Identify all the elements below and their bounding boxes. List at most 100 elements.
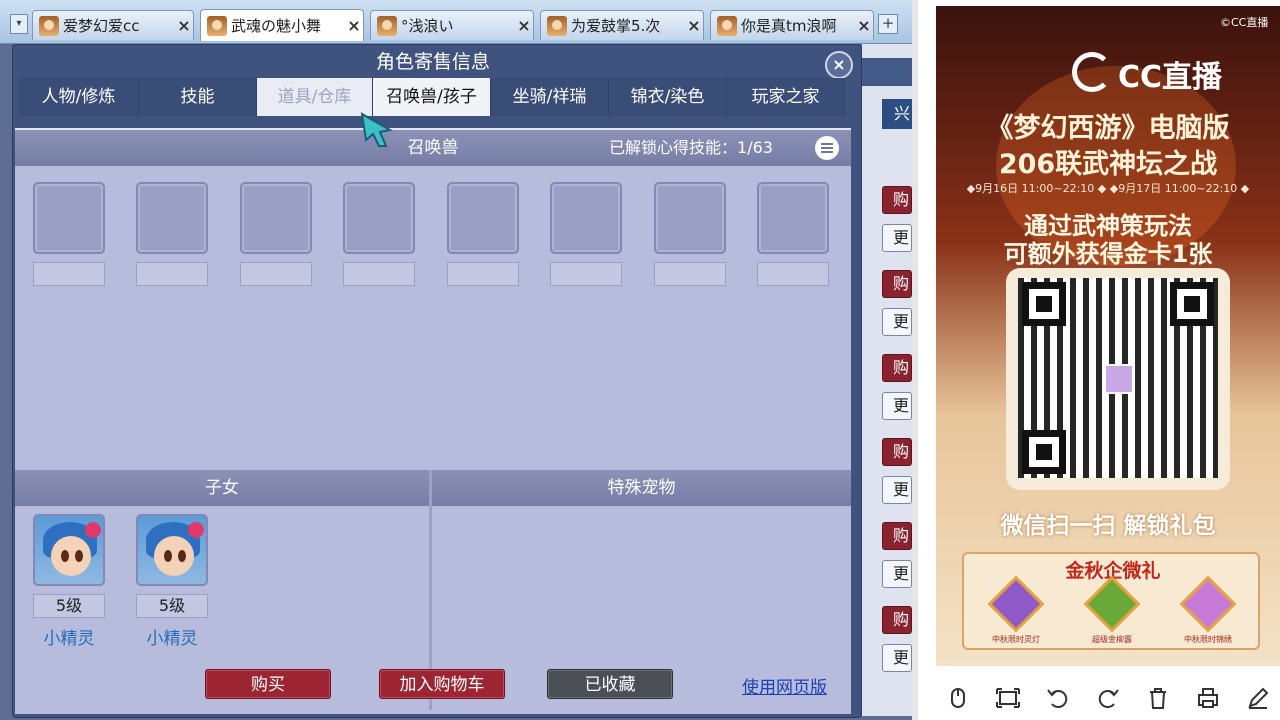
child-card[interactable]: 5级 小精灵 [33, 514, 105, 649]
browser-tab-label: 你是真tm浪啊 [741, 17, 837, 35]
qr-frame [1006, 268, 1230, 490]
browser-tab[interactable]: 爱梦幻爱cc × [32, 10, 194, 40]
background-buy-button[interactable]: 购 [882, 354, 912, 382]
children-header: 子女 [15, 470, 429, 506]
summons-header: 召唤兽 已解锁心得技能：1/63 [15, 130, 851, 166]
background-buy-button[interactable]: 购 [882, 438, 912, 466]
background-more-button[interactable]: 更 [882, 392, 912, 420]
summon-slot[interactable] [550, 182, 622, 254]
gift-label: 中秋限时灵灯 [992, 635, 1040, 644]
browser-tab-active[interactable]: 武魂の魅小舞 × [200, 9, 364, 41]
summon-slot-label [447, 262, 519, 286]
background-buy-button[interactable]: 购 [882, 186, 912, 214]
tab-character[interactable]: 人物/修炼 [19, 78, 139, 116]
summon-slot[interactable] [136, 182, 208, 254]
promo-banner[interactable]: ©CC直播 CC直播 《梦幻西游》电脑版 206联武神坛之战 ◆9月16日 11… [936, 6, 1280, 666]
new-tab-button[interactable]: + [878, 14, 898, 34]
summon-slot-label [757, 262, 829, 286]
summon-slot-label [33, 262, 105, 286]
favorited-button[interactable]: 已收藏 [547, 669, 673, 699]
qr-code[interactable] [1018, 278, 1218, 478]
background-blue-button[interactable]: 兴 [882, 99, 912, 129]
child-avatar[interactable] [136, 514, 208, 586]
child-level: 5级 [136, 594, 208, 618]
promo-title: 《梦幻西游》电脑版 [986, 113, 1230, 144]
edit-icon[interactable] [1244, 684, 1272, 712]
pointer-icon[interactable] [944, 684, 972, 712]
tab-mounts[interactable]: 坐骑/祥瑞 [491, 78, 609, 116]
background-buy-button[interactable]: 购 [882, 270, 912, 298]
summon-slot[interactable] [240, 182, 312, 254]
background-more-button[interactable]: 更 [882, 476, 912, 504]
tab-player-home[interactable]: 玩家之家 [727, 78, 845, 116]
flower-icon [85, 522, 101, 538]
close-tab-icon[interactable]: × [855, 16, 873, 35]
buy-button[interactable]: 购买 [205, 669, 331, 699]
tab-outfits[interactable]: 锦衣/染色 [609, 78, 727, 116]
panel-title: 角色寄售信息 [375, 51, 490, 73]
summon-slot-label [343, 262, 415, 286]
close-tab-icon[interactable]: × [685, 16, 703, 35]
panel-tabs: 人物/修炼 技能 道具/仓库 召唤兽/孩子 坐骑/祥瑞 锦衣/染色 玩家之家 [19, 78, 845, 118]
summon-slot[interactable] [343, 182, 415, 254]
gift-label: 中秋限时锦绣 [1184, 635, 1232, 644]
add-to-cart-button[interactable]: 加入购物车 [379, 669, 505, 699]
unlocked-skills-value: 1/63 [737, 138, 773, 157]
gift-item: 中秋限时灵灯 [976, 575, 1056, 645]
browser-tab[interactable]: °浅浪い × [370, 10, 534, 40]
redo-icon[interactable] [1094, 684, 1122, 712]
tab-summons-children[interactable]: 召唤兽/孩子 [373, 78, 491, 116]
flower-icon [188, 522, 204, 538]
game-cursor-icon [360, 112, 393, 147]
tab-favicon-icon [547, 15, 567, 36]
print-icon[interactable] [1194, 684, 1222, 712]
undo-icon[interactable] [1044, 684, 1072, 712]
menu-icon[interactable] [815, 136, 839, 160]
close-tab-icon[interactable]: × [175, 16, 193, 35]
screen: ▾ 爱梦幻爱cc × 武魂の魅小舞 × °浅浪い × 为爱鼓掌5.次 × 你是真… [0, 0, 1280, 720]
tab-favicon-icon [39, 15, 59, 36]
child-name[interactable]: 小精灵 [33, 624, 105, 649]
summon-slot[interactable] [654, 182, 726, 254]
tab-favicon-icon [207, 15, 227, 36]
background-more-button[interactable]: 更 [882, 644, 912, 672]
browser-tab-strip: ▾ 爱梦幻爱cc × 武魂の魅小舞 × °浅浪い × 为爱鼓掌5.次 × 你是真… [0, 0, 912, 44]
sidebar-edge [912, 0, 918, 720]
unlocked-skills-counter: 已解锁心得技能：1/63 [609, 130, 773, 166]
background-window: 兴 购 更 购 更 购 更 购 更 购 更 购 更 [862, 44, 912, 716]
gift-item: 超级金柳露 [1072, 575, 1152, 645]
tab-skills[interactable]: 技能 [139, 78, 257, 116]
background-more-button[interactable]: 更 [882, 308, 912, 336]
background-buy-button[interactable]: 购 [882, 522, 912, 550]
child-card[interactable]: 5级 小精灵 [136, 514, 208, 649]
promo-line-2: 可额外获得金卡1张 [1003, 240, 1213, 268]
browser-tab[interactable]: 你是真tm浪啊 × [710, 10, 874, 40]
right-sidebar: ©CC直播 CC直播 《梦幻西游》电脑版 206联武神坛之战 ◆9月16日 11… [912, 0, 1280, 720]
background-buy-button[interactable]: 购 [882, 606, 912, 634]
trash-icon[interactable] [1144, 684, 1172, 712]
tab-items-storage[interactable]: 道具/仓库 [257, 78, 373, 116]
close-panel-button[interactable]: × [825, 51, 853, 79]
unlocked-skills-label: 已解锁心得技能： [609, 138, 738, 157]
background-more-button[interactable]: 更 [882, 224, 912, 252]
child-name[interactable]: 小精灵 [136, 624, 208, 649]
child-avatar[interactable] [33, 514, 105, 586]
web-version-link[interactable]: 使用网页版 [742, 673, 827, 698]
tab-list-dropdown-icon[interactable]: ▾ [10, 14, 28, 34]
close-tab-icon[interactable]: × [345, 16, 363, 35]
background-more-button[interactable]: 更 [882, 560, 912, 588]
summon-slot-label [550, 262, 622, 286]
sidebar-toolbar [936, 684, 1280, 716]
close-tab-icon[interactable]: × [515, 16, 533, 35]
summon-slot[interactable] [33, 182, 105, 254]
promo-scan-text: 微信扫一扫 解锁礼包 [1000, 513, 1216, 539]
lantern-icon [987, 575, 1045, 633]
cc-logo-icon [1072, 52, 1112, 92]
promo-dates: ◆9月16日 11:00~22:10 ◆ ◆9月17日 11:00~22:10 … [966, 182, 1250, 195]
fit-screen-icon[interactable] [994, 684, 1022, 712]
tab-favicon-icon [717, 15, 737, 36]
summon-slot[interactable] [447, 182, 519, 254]
summon-slot-label [654, 262, 726, 286]
summon-slot[interactable] [757, 182, 829, 254]
browser-tab[interactable]: 为爱鼓掌5.次 × [540, 10, 704, 40]
